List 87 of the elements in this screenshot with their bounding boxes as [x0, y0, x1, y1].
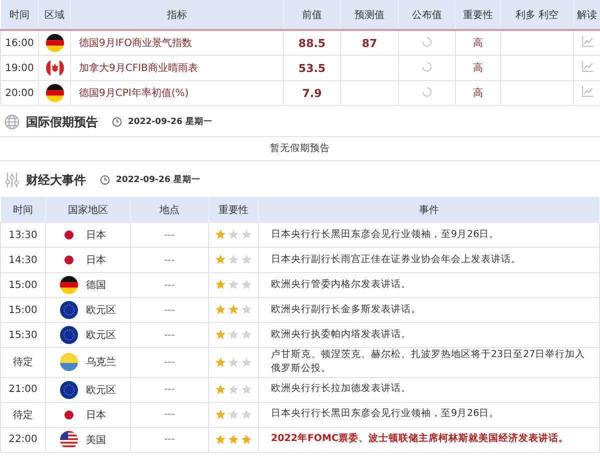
indicator-name[interactable]: 加拿大9月CFIB商业晴雨表: [70, 56, 284, 80]
time-cell: 15:00: [0, 272, 46, 298]
column-header: 区域: [38, 0, 70, 30]
sliders-icon: [4, 172, 20, 188]
section-title: 国际假期预告: [26, 114, 98, 130]
location-cell: ---: [130, 348, 208, 377]
country-name: 日本: [86, 408, 106, 422]
tricolor-flag-icon: [60, 276, 78, 294]
location-cell: ---: [130, 298, 208, 322]
globe-icon: [4, 114, 20, 130]
chart-icon[interactable]: [580, 85, 594, 98]
time-cell: 19:00: [0, 56, 38, 80]
column-header: 利多 利空: [500, 0, 574, 30]
tricolor-flag-icon: [46, 34, 64, 52]
column-header: 时间: [0, 0, 38, 30]
chart-icon[interactable]: [580, 35, 594, 48]
time-cell: 待定: [0, 348, 46, 377]
column-header: 事件: [258, 197, 600, 222]
country-name: 美国: [86, 434, 106, 446]
star-circle-flag-icon: [60, 380, 78, 398]
column-header: 国家地区: [46, 197, 130, 222]
time-cell: 16:00: [0, 30, 38, 56]
event-description: 日本央行副行长雨宫正佳在证券业协会年会上发表讲话。: [258, 248, 600, 272]
time-cell: 22:00: [0, 427, 46, 452]
time-cell: 15:00: [0, 298, 46, 322]
time-cell: 21:00: [0, 377, 46, 402]
maple-flag-icon: [46, 59, 64, 77]
column-header: 重要性: [456, 0, 500, 30]
time-cell: 14:30: [0, 248, 46, 272]
tricolor-flag-icon: [46, 84, 64, 102]
column-header: 指标: [70, 0, 284, 30]
bicolor-flag-icon: [60, 353, 78, 372]
column-header: 公布值: [398, 0, 456, 30]
event-description: 日本央行行长黑田东彦会见行业领袖，至9月26日。: [258, 222, 600, 248]
importance-level: 高: [456, 80, 500, 106]
event-description: 欧洲央行管委内格尔发表讲话。: [258, 272, 600, 298]
star-circle-flag-icon: [60, 326, 78, 344]
column-header: 地点: [130, 197, 208, 222]
column-header: 解读: [574, 0, 600, 30]
indicator-name[interactable]: 德国9月IFO商业景气指数: [70, 30, 284, 56]
forecast-value: 87: [362, 36, 378, 50]
section-date: 2022-09-26 星期一: [128, 116, 212, 128]
location-cell: ---: [130, 248, 208, 272]
location-cell: ---: [130, 222, 208, 248]
section-title: 财经大事件: [26, 172, 86, 188]
country-name: 欧元区: [86, 304, 116, 317]
importance-level: 高: [456, 30, 500, 56]
event-description: 欧洲央行执委帕内塔发表讲话。: [258, 322, 600, 348]
empty-notice: 暂无假期预告: [0, 136, 600, 161]
location-cell: ---: [130, 427, 208, 452]
previous-value: 88.5: [284, 30, 340, 56]
loading-icon: [422, 86, 432, 96]
clock-icon: [100, 175, 110, 185]
loading-icon: [422, 62, 432, 72]
time-cell: 20:00: [0, 80, 38, 106]
country-name: 德国: [86, 279, 106, 292]
column-header: 预测值: [340, 0, 398, 30]
event-description: 2022年FOMC票委、波士顿联储主席柯林斯就美国经济发表讲话。: [258, 427, 600, 452]
column-header: 前值: [284, 0, 340, 30]
previous-value: 7.9: [284, 80, 340, 106]
striped-flag-icon: [60, 430, 78, 448]
time-cell: 15:30: [0, 322, 46, 348]
event-description: 欧洲央行行长拉加德发表讲话。: [258, 377, 600, 402]
country-name: 日本: [86, 254, 106, 267]
previous-value: 53.5: [284, 56, 340, 80]
importance-level: 高: [456, 56, 500, 80]
location-cell: ---: [130, 402, 208, 427]
clock-icon: [112, 117, 122, 127]
country-name: 乌克兰: [86, 356, 116, 370]
event-description: 日本央行行长黑田东彦会见行业领袖，至9月26日。: [258, 402, 600, 427]
location-cell: ---: [130, 377, 208, 402]
section-date: 2022-09-26 星期一: [116, 174, 200, 186]
country-name: 欧元区: [86, 329, 116, 342]
event-description: 欧洲央行副行长金多斯发表讲话。: [258, 298, 600, 322]
indicator-name[interactable]: 德国9月CPI年率初值(%): [70, 80, 284, 106]
location-cell: ---: [130, 272, 208, 298]
time-cell: 13:30: [0, 222, 46, 248]
event-description: 卢甘斯克、顿涅茨克、赫尔松、扎波罗热地区将于23日至27日举行加入俄罗斯公投。: [258, 348, 600, 377]
country-name: 日本: [86, 228, 106, 242]
time-cell: 待定: [0, 402, 46, 427]
location-cell: ---: [130, 322, 208, 348]
chart-icon[interactable]: [580, 60, 594, 73]
star-circle-flag-icon: [60, 301, 78, 319]
loading-icon: [422, 36, 432, 46]
column-header: 重要性: [208, 197, 258, 222]
column-header: 时间: [0, 197, 46, 222]
country-name: 欧元区: [86, 384, 116, 396]
